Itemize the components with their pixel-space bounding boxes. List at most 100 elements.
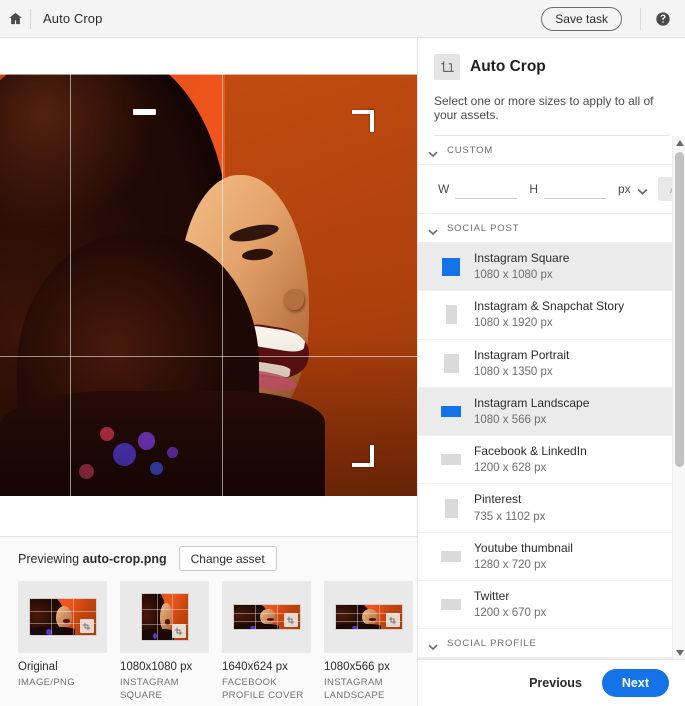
size-option-name: Instagram Square (474, 251, 570, 265)
size-swatch (440, 302, 462, 328)
thumbnail-item[interactable]: Original IMAGE/PNG (18, 581, 107, 702)
size-option-youtube-thumbnail[interactable]: Youtube thumbnail 1280 x 720 px (418, 533, 672, 581)
asset-filename: auto-crop.png (82, 551, 167, 566)
size-option-dimensions: 1080 x 1080 px (474, 269, 553, 282)
thumbnail-title: Original (18, 661, 58, 673)
size-option-name: Instagram Landscape (474, 395, 590, 410)
size-swatch (440, 592, 462, 618)
page-title: Auto Crop (43, 11, 103, 26)
group-header-social-profile[interactable]: SOCIAL PROFILE (418, 629, 672, 659)
size-option-pinterest[interactable]: Pinterest 735 x 1102 px (418, 484, 672, 533)
size-option-name: Instagram Portrait (474, 347, 570, 362)
group-header-custom[interactable]: CUSTOM (418, 136, 672, 165)
size-swatch (440, 543, 462, 569)
auto-crop-panel: Auto Crop Select one or more sizes to ap… (418, 38, 685, 706)
size-list: CUSTOM W Hpx Add SOCIAL POST Instagram Square… (418, 136, 672, 659)
unit-label: px (618, 182, 631, 196)
thumbnail-box[interactable] (18, 581, 107, 653)
scroll-up-arrow-icon[interactable] (673, 136, 685, 149)
save-task-button[interactable]: Save task (541, 6, 622, 31)
preview-strip-header: Previewing auto-crop.png Change asset (0, 537, 417, 571)
crop-badge-icon (79, 619, 94, 633)
thumbnail-subtitle: IMAGE/PNG (18, 677, 75, 689)
group-label: SOCIAL PROFILE (447, 638, 537, 650)
size-option-dimensions: 1280 x 720 px (474, 558, 547, 571)
chevron-down-icon[interactable] (637, 184, 648, 195)
size-swatch (440, 254, 462, 280)
previewing-label: Previewing auto-crop.png (18, 552, 167, 566)
previewing-prefix: Previewing (18, 551, 80, 566)
scrollbar-thumb[interactable] (675, 152, 684, 467)
height-input[interactable] (544, 179, 606, 199)
chevron-down-icon (428, 146, 438, 157)
size-option-instagram-square[interactable]: Instagram Square 1080 x 1080 px (418, 243, 672, 292)
width-input[interactable] (455, 179, 518, 199)
add-custom-size-button[interactable]: Add (657, 177, 672, 201)
panel-scroll-region: CUSTOM W Hpx Add SOCIAL POST Instagram Square… (418, 136, 685, 660)
size-option-name: Twitter (474, 588, 510, 603)
asset-image (0, 74, 417, 496)
next-button[interactable]: Next (601, 669, 669, 697)
panel-scrollbar[interactable] (672, 136, 685, 659)
size-swatch (440, 350, 462, 376)
asset-preview-pane: Previewing auto-crop.png Change asset Or… (0, 38, 418, 706)
size-option-name: Facebook & LinkedIn (474, 444, 587, 459)
size-swatch (440, 447, 462, 473)
size-option-dimensions: 735 x 1102 px (474, 510, 546, 523)
group-label: SOCIAL POST (447, 223, 520, 234)
crop-badge-icon (171, 624, 186, 638)
group-label: CUSTOM (447, 145, 494, 156)
thumbnail-item[interactable]: 1640x624 px FACEBOOK PROFILE COVER (222, 581, 311, 702)
thumbnail-title: 1080x1080 px (120, 661, 193, 673)
size-option-facebook-linkedin[interactable]: Facebook & LinkedIn 1200 x 628 px (418, 436, 672, 485)
crop-badge-icon (385, 613, 400, 627)
home-icon[interactable] (0, 0, 30, 38)
size-option-instagram-portrait[interactable]: Instagram Portrait 1080 x 1350 px (418, 340, 672, 388)
size-option-facebook-profile-cover[interactable]: Facebook profile cover1640 x 624 px (418, 658, 672, 659)
thumbnail-box[interactable] (222, 581, 311, 653)
width-label: W (438, 182, 450, 196)
size-option-twitter[interactable]: Twitter 1200 x 670 px (418, 581, 672, 630)
custom-size-row: W Hpx Add (418, 165, 672, 214)
thumbnail-subtitle: INSTAGRAM SQUARE (120, 677, 179, 701)
thumbnail-item[interactable]: 1080x566 px INSTAGRAM LANDSCAPE (324, 581, 413, 702)
size-option-name: Pinterest (474, 492, 522, 507)
divider (30, 8, 31, 29)
change-asset-button[interactable]: Change asset (178, 546, 277, 571)
panel-title: Auto Crop (470, 58, 546, 75)
crop-badge-icon (283, 613, 298, 627)
group-header-social-post[interactable]: SOCIAL POST (418, 214, 672, 243)
panel-header: Auto Crop Select one or more sizes to ap… (418, 38, 685, 136)
thumbnail-box[interactable] (324, 581, 413, 653)
thumbnail-title: 1080x566 px (324, 661, 390, 673)
thumbnail-item[interactable]: 1080x1080 px INSTAGRAM SQUARE (120, 581, 209, 702)
height-label: H (529, 182, 538, 196)
crop-icon (434, 54, 460, 80)
thumbnail-list: Original IMAGE/PNG 1080x1080 px INSTAGRA… (0, 571, 417, 702)
thumbnail-subtitle: FACEBOOK PROFILE COVER (222, 677, 304, 701)
thumbnail-image (140, 593, 189, 641)
top-bar: Auto Crop Save task (0, 0, 685, 38)
size-option-dimensions: 1080 x 566 px (474, 414, 547, 427)
size-option-dimensions: 1080 x 1350 px (474, 365, 553, 378)
panel-footer: Previous Next (418, 660, 685, 706)
panel-subtitle: Select one or more sizes to apply to all… (434, 94, 669, 136)
size-option-instagram-snapchat-story[interactable]: Instagram & Snapchat Story 1080 x 1920 px (418, 291, 672, 340)
size-option-dimensions: 1080 x 1920 px (474, 317, 553, 330)
size-option-instagram-landscape[interactable]: Instagram Landscape 1080 x 566 px (418, 387, 672, 437)
panel-title-row: Auto Crop (434, 54, 669, 80)
size-option-dimensions: 1200 x 628 px (474, 462, 547, 475)
previous-button[interactable]: Previous (525, 670, 586, 696)
chevron-down-icon (428, 639, 438, 650)
image-canvas[interactable] (0, 38, 417, 536)
size-swatch (440, 398, 462, 424)
thumbnail-image (232, 604, 301, 630)
thumbnail-title: 1640x624 px (222, 661, 288, 673)
thumbnail-subtitle: INSTAGRAM LANDSCAPE (324, 677, 385, 701)
chevron-down-icon (428, 224, 438, 235)
size-option-name: Instagram & Snapchat Story (474, 299, 625, 314)
help-icon[interactable] (641, 0, 685, 38)
scroll-down-arrow-icon[interactable] (673, 646, 685, 659)
thumbnail-box[interactable] (120, 581, 209, 653)
size-swatch (440, 495, 462, 521)
